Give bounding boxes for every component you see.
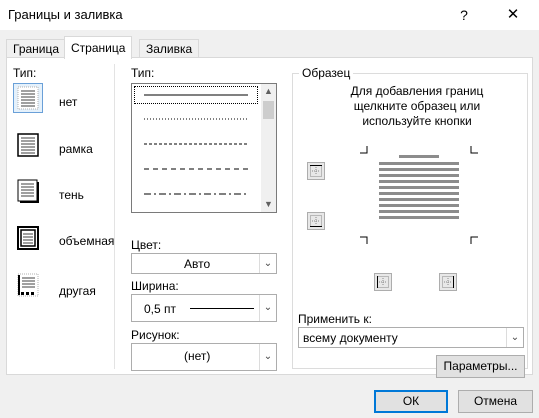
tab-page-border-label: Страница [71, 41, 126, 55]
scroll-up-icon[interactable]: ▲ [261, 84, 276, 99]
chevron-down-icon[interactable]: ⌄ [259, 254, 276, 273]
type-box-label: рамка [59, 142, 93, 156]
type-shadow-button[interactable] [13, 176, 43, 206]
line-style-samples [144, 94, 248, 195]
apply-to-select[interactable]: всему документу ⌄ [298, 327, 524, 348]
help-button[interactable]: ? [452, 3, 476, 27]
border-bottom-icon [310, 215, 322, 227]
scroll-down-icon[interactable]: ▼ [261, 197, 276, 212]
border-left-icon [377, 276, 389, 288]
art-value: (нет) [184, 349, 211, 363]
page-custom-icon [17, 273, 39, 297]
scroll-thumb[interactable] [263, 101, 274, 119]
preview-title: Образец [299, 66, 354, 80]
tab-panel: Тип: нет рамка тень объемная другая Тип:… [6, 57, 533, 378]
options-button[interactable]: Параметры... [436, 355, 525, 378]
type-none-label: нет [59, 95, 78, 109]
type-3d-label: объемная [59, 234, 115, 248]
type-3d-button[interactable] [13, 223, 43, 253]
divider [114, 64, 115, 369]
type-label: Тип: [13, 66, 37, 80]
apply-to-label: Применить к: [298, 312, 372, 326]
tab-shading[interactable]: Заливка [139, 39, 200, 58]
style-label: Тип: [131, 66, 155, 80]
tab-shading-label: Заливка [146, 42, 193, 56]
width-select[interactable]: 0,5 пт ⌄ [131, 294, 277, 322]
tab-page-border[interactable]: Страница [64, 36, 133, 59]
color-value: Авто [184, 257, 211, 271]
page-shadow-icon [17, 179, 39, 203]
color-select[interactable]: Авто ⌄ [131, 253, 277, 274]
page-3d-icon [17, 226, 39, 250]
type-custom-button[interactable] [13, 270, 43, 300]
border-right-toggle[interactable] [439, 273, 457, 291]
type-custom-label: другая [59, 284, 96, 298]
style-scrollbar[interactable]: ▲ ▼ [261, 84, 276, 212]
type-box-button[interactable] [13, 130, 43, 160]
title-bar: Границы и заливка ? ✕ [0, 0, 539, 30]
close-button[interactable]: ✕ [501, 3, 525, 27]
type-shadow-label: тень [59, 188, 84, 202]
preview-page[interactable] [359, 145, 479, 245]
border-top-toggle[interactable] [307, 162, 325, 180]
border-right-icon [442, 276, 454, 288]
width-label: Ширина: [131, 279, 179, 293]
preview-hint: Для добавления границ щелкните образец и… [350, 84, 484, 128]
width-value: 0,5 пт [144, 302, 177, 316]
tab-border-label: Граница [13, 42, 60, 56]
page-box-icon [17, 133, 39, 157]
type-none-button[interactable] [13, 83, 43, 113]
tab-border[interactable]: Граница [6, 39, 67, 58]
page-none-icon [17, 86, 39, 110]
cancel-button[interactable]: Отмена [458, 390, 533, 413]
width-sample-line [190, 308, 254, 309]
chevron-down-icon[interactable]: ⌄ [259, 295, 276, 321]
art-select[interactable]: (нет) ⌄ [131, 343, 277, 371]
border-left-toggle[interactable] [374, 273, 392, 291]
chevron-down-icon[interactable]: ⌄ [506, 328, 523, 347]
window-title: Границы и заливка [8, 7, 123, 22]
ok-button[interactable]: ОК [374, 390, 448, 413]
apply-to-value: всему документу [303, 331, 398, 345]
line-style-list[interactable]: ▲ ▼ [131, 83, 277, 213]
art-label: Рисунок: [131, 328, 180, 342]
border-top-icon [310, 165, 322, 177]
chevron-down-icon[interactable]: ⌄ [259, 344, 276, 370]
color-label: Цвет: [131, 238, 162, 252]
border-bottom-toggle[interactable] [307, 212, 325, 230]
